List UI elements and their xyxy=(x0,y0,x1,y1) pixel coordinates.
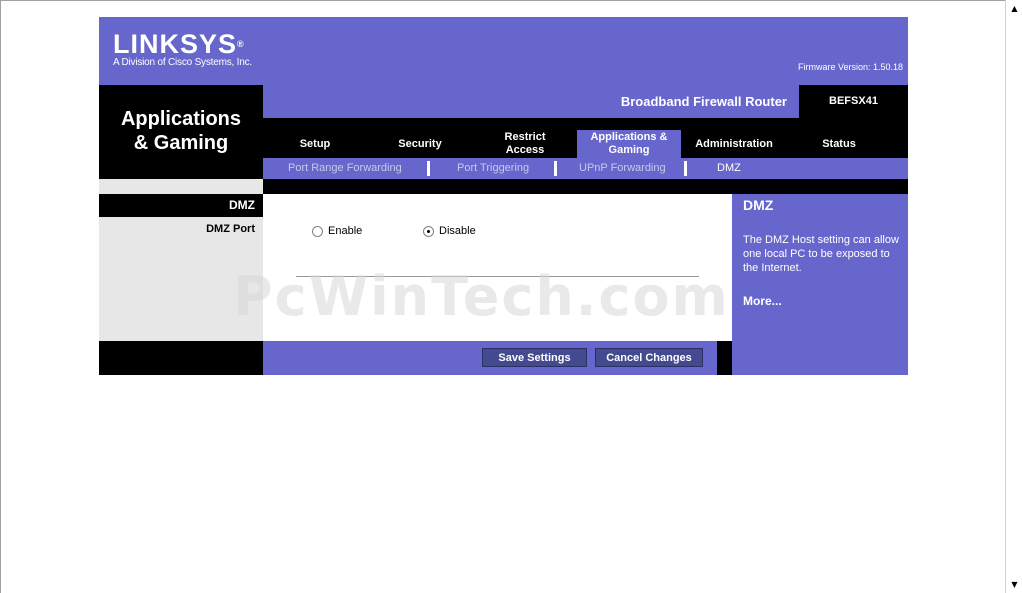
save-settings-button[interactable]: Save Settings xyxy=(482,348,587,367)
product-bar: Broadband Firewall Router BEFSX41 xyxy=(263,85,908,118)
scroll-down-icon[interactable]: ▼ xyxy=(1008,578,1021,591)
help-text: The DMZ Host setting can allow one local… xyxy=(743,234,899,274)
enable-label: Enable xyxy=(328,225,363,237)
help-title: DMZ xyxy=(743,197,774,213)
settings-content: Enable Disable xyxy=(263,194,732,341)
tab-security[interactable]: Security xyxy=(367,130,473,158)
sub-tab-bar: Port Range Forwarding Port Triggering UP… xyxy=(263,158,908,179)
page-title-line1: Applications xyxy=(120,108,241,130)
subtab-port-range-forwarding[interactable]: Port Range Forwarding xyxy=(288,162,402,174)
footer-button-bar: Save Settings Cancel Changes xyxy=(263,341,717,375)
radio-on-icon xyxy=(423,225,434,237)
help-panel: DMZ The DMZ Host setting can allow one l… xyxy=(732,194,908,375)
subtab-divider xyxy=(427,161,430,176)
scroll-up-icon[interactable]: ▲ xyxy=(1008,2,1021,15)
model-number: BEFSX41 xyxy=(799,85,908,118)
vertical-scrollbar[interactable]: ▲ ▼ xyxy=(1005,0,1022,593)
logo-text: LINKSYS xyxy=(113,29,238,59)
tab-status[interactable]: Status xyxy=(787,130,891,158)
radio-off-icon xyxy=(312,225,323,237)
main-tab-bar: Setup Security Restrict Access Applicati… xyxy=(263,118,908,158)
section-title: DMZ xyxy=(99,194,263,217)
dmz-disable-radio[interactable]: Disable xyxy=(423,225,476,237)
tab-applications-gaming[interactable]: Applications & Gaming xyxy=(577,130,681,158)
disable-label: Disable xyxy=(439,225,476,237)
footer-left xyxy=(99,341,263,375)
tab-restrict-access[interactable]: Restrict Access xyxy=(473,130,577,158)
subtab-dmz[interactable]: DMZ xyxy=(717,162,741,174)
product-name: Broadband Firewall Router xyxy=(620,94,787,109)
dmz-enable-radio[interactable]: Enable xyxy=(312,225,362,237)
subtab-upnp-forwarding[interactable]: UPnP Forwarding xyxy=(579,162,666,174)
dmz-port-label: DMZ Port xyxy=(206,223,255,235)
page-title-line2: & Gaming xyxy=(133,132,229,154)
footer-gap xyxy=(717,341,732,375)
divider-strip xyxy=(263,179,908,194)
subtab-divider xyxy=(554,161,557,176)
subtab-port-triggering[interactable]: Port Triggering xyxy=(457,162,529,174)
firmware-version: Firmware Version: 1.50.18 xyxy=(797,62,903,72)
tab-setup[interactable]: Setup xyxy=(263,130,367,158)
logo-subtitle: A Division of Cisco Systems, Inc. xyxy=(113,57,253,68)
cancel-changes-button[interactable]: Cancel Changes xyxy=(595,348,703,367)
subtab-divider xyxy=(684,161,687,176)
registered-mark: ® xyxy=(237,39,245,49)
page-title: Applications & Gaming xyxy=(99,85,263,179)
linksys-logo: LINKSYS® A Division of Cisco Systems, In… xyxy=(113,29,252,68)
content-divider xyxy=(296,276,699,277)
help-more-link[interactable]: More... xyxy=(743,294,782,308)
tab-administration[interactable]: Administration xyxy=(681,130,787,158)
left-label-column: DMZ DMZ Port xyxy=(99,179,263,341)
router-admin-page: LINKSYS® A Division of Cisco Systems, In… xyxy=(99,17,908,375)
header-banner: LINKSYS® A Division of Cisco Systems, In… xyxy=(99,17,908,85)
